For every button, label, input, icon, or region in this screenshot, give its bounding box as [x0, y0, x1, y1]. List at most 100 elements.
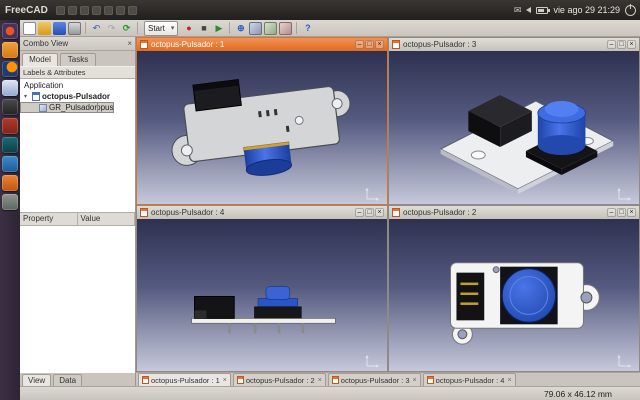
property-header: Property Value — [20, 213, 135, 226]
window-titlebar[interactable]: octopus-Pulsador : 1 – □ × — [137, 38, 387, 51]
sound-indicator-icon[interactable] — [526, 7, 531, 13]
macro-record-icon[interactable]: ● — [182, 22, 195, 35]
3d-viewport-4[interactable] — [137, 219, 387, 371]
doc-tab-4[interactable]: octopus-Pulsador : 4 × — [423, 373, 516, 386]
document-icon — [427, 376, 434, 384]
tree-item-label: Application — [24, 81, 63, 90]
close-icon[interactable]: × — [375, 208, 384, 217]
close-icon[interactable]: × — [627, 208, 636, 217]
tab-tasks[interactable]: Tasks — [60, 53, 96, 66]
macro-execute-icon[interactable]: ▶ — [212, 22, 225, 35]
minimize-icon[interactable]: – — [607, 40, 616, 49]
tree-item-document[interactable]: ▾ octopus-Pulsador — [20, 91, 135, 102]
model-tree: Application ▾ octopus-Pulsador GR_BaseOc… — [20, 79, 135, 213]
window-title: octopus-Pulsador : 3 — [403, 40, 476, 49]
close-icon[interactable]: × — [223, 377, 227, 384]
whats-this-icon[interactable]: ? — [301, 22, 314, 35]
panel-title: Combo View — [23, 39, 68, 48]
minimize-icon[interactable]: – — [607, 208, 616, 217]
topbar-menu-icon[interactable] — [56, 6, 65, 15]
doc-tab-label: octopus-Pulsador : 3 — [341, 376, 410, 385]
workbench-selector[interactable]: Start ▾ — [144, 21, 178, 36]
axis-indicator — [364, 186, 382, 201]
fit-all-icon[interactable]: ⊕ — [234, 22, 247, 35]
doc-tab-1[interactable]: octopus-Pulsador : 1 × — [138, 373, 231, 386]
launcher-icon-trash[interactable] — [2, 194, 18, 210]
launcher-icon-inkscape[interactable] — [2, 137, 18, 153]
combo-view-bottom-tabs: View Data — [20, 373, 135, 386]
maximize-icon[interactable]: □ — [617, 40, 626, 49]
launcher-icon-files[interactable] — [2, 42, 18, 58]
save-document-icon[interactable] — [53, 22, 66, 35]
topbar-menu-icon[interactable] — [128, 6, 137, 15]
doc-tab-3[interactable]: octopus-Pulsador : 3 × — [328, 373, 421, 386]
close-icon[interactable]: × — [375, 40, 384, 49]
tab-model[interactable]: Model — [22, 53, 58, 66]
undo-icon[interactable]: ↶ — [90, 22, 103, 35]
tab-view[interactable]: View — [22, 374, 51, 386]
tree-item-label: GR_Pulsador — [49, 103, 97, 112]
toolbar-separator — [137, 22, 138, 34]
macro-stop-icon[interactable]: ■ — [197, 22, 210, 35]
tree-item-gr-pulsador[interactable]: GR_Pulsador — [20, 102, 98, 113]
axis-indicator — [616, 353, 634, 368]
3d-viewport-2[interactable] — [389, 219, 639, 371]
topbar-menu-icon[interactable] — [68, 6, 77, 15]
part-icon — [39, 104, 47, 112]
3d-viewport-1[interactable] — [137, 51, 387, 204]
topbar-menu-icons — [56, 6, 137, 15]
window-title: octopus-Pulsador : 2 — [403, 208, 476, 217]
launcher-icon-gimp[interactable] — [2, 118, 18, 134]
new-document-icon[interactable] — [23, 22, 36, 35]
topbar-menu-icon[interactable] — [92, 6, 101, 15]
launcher-icon-software-center[interactable] — [2, 156, 18, 172]
maximize-icon[interactable]: □ — [365, 40, 374, 49]
redo-icon[interactable]: ↷ — [105, 22, 118, 35]
axonometric-view-icon[interactable] — [249, 22, 262, 35]
topbar-menu-icon[interactable] — [104, 6, 113, 15]
toolbar-separator — [85, 22, 86, 34]
session-menu-icon[interactable] — [625, 5, 636, 16]
close-icon[interactable]: × — [413, 377, 417, 384]
launcher-icon-terminal[interactable] — [2, 99, 18, 115]
tree-item-application[interactable]: Application — [20, 80, 135, 91]
launcher-icon-firefox[interactable] — [2, 61, 18, 77]
dimensions-readout: 79.06 x 46.12 mm — [544, 389, 612, 399]
launcher-icon-libreoffice-writer[interactable] — [2, 80, 18, 96]
document-icon — [142, 376, 149, 384]
topbar-menu-icon[interactable] — [116, 6, 125, 15]
print-icon[interactable] — [68, 22, 81, 35]
front-view-icon[interactable] — [264, 22, 277, 35]
top-view-icon[interactable] — [279, 22, 292, 35]
open-document-icon[interactable] — [38, 22, 51, 35]
maximize-icon[interactable]: □ — [617, 208, 626, 217]
window-titlebar[interactable]: octopus-Pulsador : 3 – □ × — [389, 38, 639, 51]
close-icon[interactable]: × — [507, 377, 511, 384]
view-window-2: octopus-Pulsador : 2 – □ × — [388, 205, 640, 372]
window-titlebar[interactable]: octopus-Pulsador : 2 – □ × — [389, 206, 639, 219]
refresh-icon[interactable]: ⟳ — [120, 22, 133, 35]
doc-tab-2[interactable]: octopus-Pulsador : 2 × — [233, 373, 326, 386]
view-window-3: octopus-Pulsador : 3 – □ × — [388, 37, 640, 205]
minimize-icon[interactable]: – — [355, 40, 364, 49]
clock[interactable]: vie ago 29 21:29 — [553, 5, 620, 15]
expander-icon[interactable]: ▾ — [24, 93, 30, 100]
property-editor[interactable] — [20, 226, 135, 373]
tab-data[interactable]: Data — [53, 374, 82, 386]
window-titlebar[interactable]: octopus-Pulsador : 4 – □ × — [137, 206, 387, 219]
document-icon — [392, 208, 400, 217]
battery-indicator-icon[interactable] — [536, 7, 548, 14]
close-icon[interactable]: × — [627, 40, 636, 49]
3d-viewport-3[interactable] — [389, 51, 639, 204]
topbar-menu-icon[interactable] — [80, 6, 89, 15]
close-icon[interactable]: × — [127, 39, 132, 48]
minimize-icon[interactable]: – — [355, 208, 364, 217]
value-column-header: Value — [78, 213, 136, 225]
launcher-icon-freecad[interactable] — [2, 175, 18, 191]
launcher-icon-dash[interactable] — [2, 23, 18, 39]
maximize-icon[interactable]: □ — [365, 208, 374, 217]
close-icon[interactable]: × — [318, 377, 322, 384]
message-indicator-icon[interactable]: ✉ — [514, 5, 522, 15]
status-bar: 79.06 x 46.12 mm — [20, 386, 640, 400]
workbench-selector-value: Start — [148, 24, 165, 33]
